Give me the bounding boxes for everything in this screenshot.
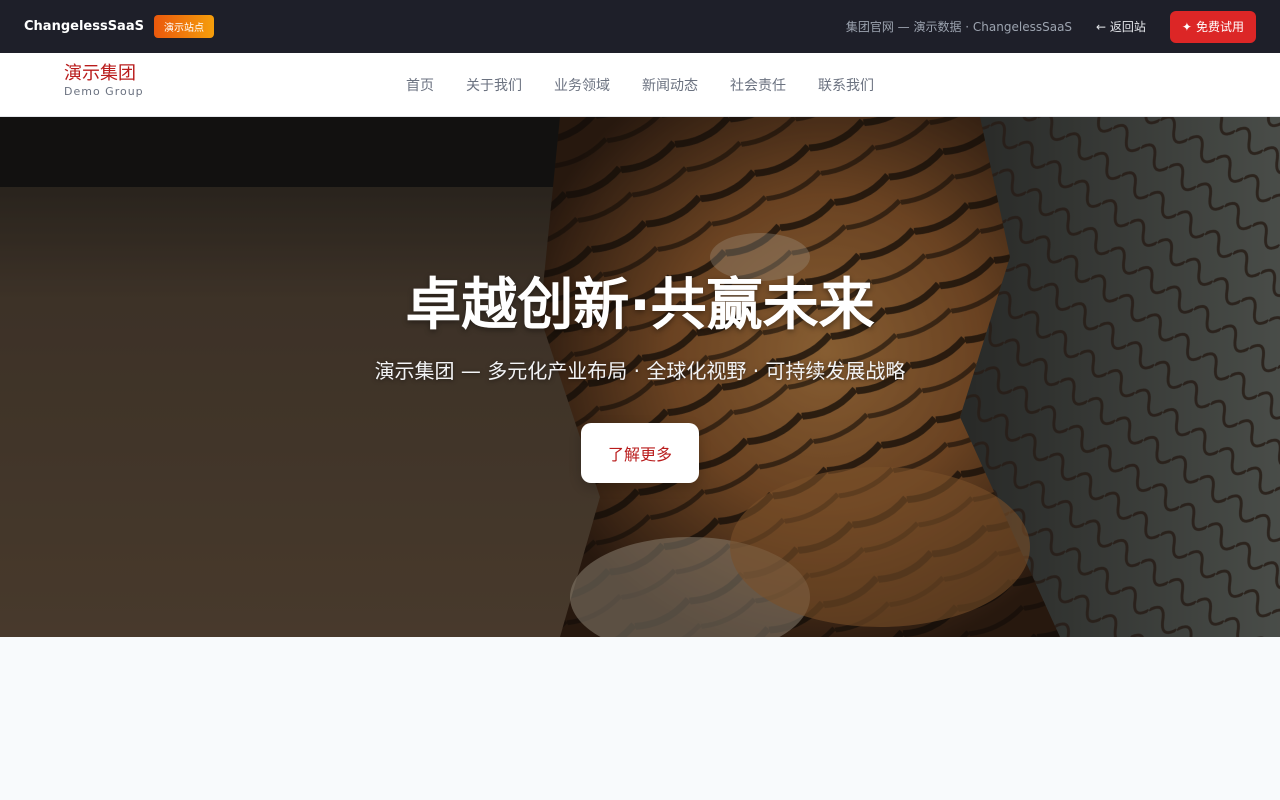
spark-icon: ✦: [1181, 19, 1192, 34]
top-bar-actions: 集团官网 — 演示数据 · ChangelessSaaS ← 返回站 ✦ 免费试…: [845, 10, 1256, 43]
nav-item-business[interactable]: 业务领域: [554, 75, 610, 95]
nav-item-about[interactable]: 关于我们: [466, 75, 522, 95]
demo-badge: 演示站点: [153, 15, 214, 38]
hero-banner: 卓越创新·共赢未来 演示集团 — 多元化产业布局 · 全球化视野 · 可持续发展…: [0, 117, 1280, 637]
hero-content: 卓越创新·共赢未来 演示集团 — 多元化产业布局 · 全球化视野 · 可持续发展…: [0, 117, 1280, 637]
nav-item-csr[interactable]: 社会责任: [730, 75, 786, 95]
free-trial-button[interactable]: ✦ 免费试用: [1169, 10, 1256, 43]
main-menu: 首页 关于我们 业务领域 新闻动态 社会责任 联系我们: [0, 53, 1280, 116]
hero-subtitle: 演示集团 — 多元化产业布局 · 全球化视野 · 可持续发展战略: [374, 359, 906, 383]
platform-brand[interactable]: ChangelessSaaS: [24, 19, 144, 34]
page-content-area: [0, 637, 1280, 800]
nav-item-home[interactable]: 首页: [406, 75, 434, 95]
site-header: 演示集团 Demo Group 首页 关于我们 业务领域 新闻动态 社会责任 联…: [0, 53, 1280, 117]
site-info-text: 集团官网 — 演示数据 · ChangelessSaaS: [845, 20, 1073, 34]
nav-item-news[interactable]: 新闻动态: [642, 75, 698, 95]
free-trial-label: 免费试用: [1195, 20, 1244, 34]
back-link[interactable]: ← 返回站: [1096, 18, 1146, 35]
nav-item-contact[interactable]: 联系我们: [818, 75, 874, 95]
learn-more-button[interactable]: 了解更多: [581, 423, 699, 483]
hero-title: 卓越创新·共赢未来: [405, 273, 875, 338]
top-bar: ChangelessSaaS 演示站点 集团官网 — 演示数据 · Change…: [0, 0, 1280, 53]
